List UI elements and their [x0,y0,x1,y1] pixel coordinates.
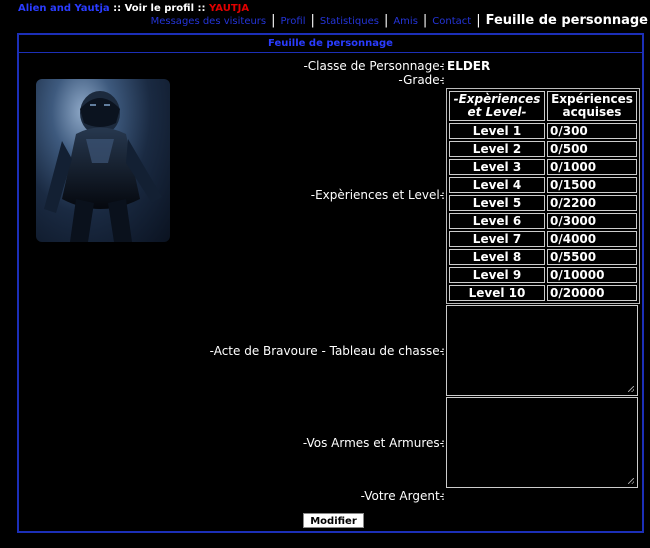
xp-cell: 0/500 [547,141,637,157]
table-row: Level 7 0/4000 [449,231,637,247]
tab-messages-visiteurs[interactable]: Messages des visiteurs [151,16,267,27]
xp-cell: 0/4000 [547,231,637,247]
xp-cell: 0/3000 [547,213,637,229]
argent-colon: : [441,489,446,503]
xp-cell: 0/20000 [547,285,637,301]
table-row: Level 1 0/300 [449,123,637,139]
armes-colon: : [441,436,446,450]
breadcrumb-separator: :: [109,3,125,14]
xp-cell: 0/1500 [547,177,637,193]
classe-value: ELDER [447,59,491,73]
profile-tabs: Messages des visiteurs | Profil | Statis… [151,13,648,28]
classe-colon: : [441,59,446,73]
xp-table-header: -Expèriences et Level- Expériences acqui… [449,91,637,121]
table-row: Level 5 0/2200 [449,195,637,211]
armes-label: -Vos Armes et Armures- [302,436,444,450]
xp-cell: 0/1000 [547,159,637,175]
armes-textarea[interactable] [446,397,638,488]
xp-label: -Expèriences et Level- [310,188,444,202]
xp-cell: 0/10000 [547,267,637,283]
tab-divider: | [476,13,481,28]
tab-divider: | [271,13,276,28]
tab-divider: | [383,13,389,28]
level-cell: Level 2 [449,141,545,157]
breadcrumb-forum-link[interactable]: Alien and Yautja [18,3,110,14]
level-cell: Level 4 [449,177,545,193]
tab-contact[interactable]: Contact [432,16,471,27]
tab-divider: | [310,13,315,28]
level-cell: Level 10 [449,285,545,301]
tab-feuille-de-personnage[interactable]: Feuille de personnage [486,13,648,28]
level-cell: Level 1 [449,123,545,139]
level-cell: Level 9 [449,267,545,283]
character-sheet-panel: Feuille de personnage -Classe de Personn… [17,33,644,533]
level-cell: Level 7 [449,231,545,247]
level-cell: Level 6 [449,213,545,229]
table-row: Level 8 0/5500 [449,249,637,265]
level-cell: Level 5 [449,195,545,211]
tab-divider: | [422,13,428,28]
xp-cell: 0/5500 [547,249,637,265]
level-cell: Level 3 [449,159,545,175]
argent-label: -Votre Argent- [360,489,444,503]
tab-statistiques[interactable]: Statistiques [320,16,379,27]
bravoure-textarea[interactable] [446,305,638,396]
xp-header-level: -Expèriences et Level- [449,91,545,121]
level-cell: Level 8 [449,249,545,265]
xp-cell: 0/2200 [547,195,637,211]
xp-header-acquired: Expériences acquises [547,91,637,121]
avatar-image [44,91,162,242]
grade-label: -Grade- [398,73,444,87]
classe-label: -Classe de Personnage- [303,59,444,73]
table-row: Level 2 0/500 [449,141,637,157]
avatar [36,79,170,242]
bravoure-colon: : [441,344,446,358]
tab-amis[interactable]: Amis [393,16,418,27]
table-row: Level 6 0/3000 [449,213,637,229]
xp-cell: 0/300 [547,123,637,139]
table-row: Level 10 0/20000 [449,285,637,301]
grade-colon: : [441,73,446,87]
table-row: Level 9 0/10000 [449,267,637,283]
bravoure-label: -Acte de Bravoure - Tableau de chasse- [209,344,444,358]
modifier-button[interactable]: Modifier [303,513,364,528]
tab-profil[interactable]: Profil [281,16,306,27]
table-row: Level 4 0/1500 [449,177,637,193]
table-row: Level 3 0/1000 [449,159,637,175]
panel-title: Feuille de personnage [19,35,642,53]
xp-table: -Expèriences et Level- Expériences acqui… [446,88,640,304]
xp-colon: : [441,188,446,202]
